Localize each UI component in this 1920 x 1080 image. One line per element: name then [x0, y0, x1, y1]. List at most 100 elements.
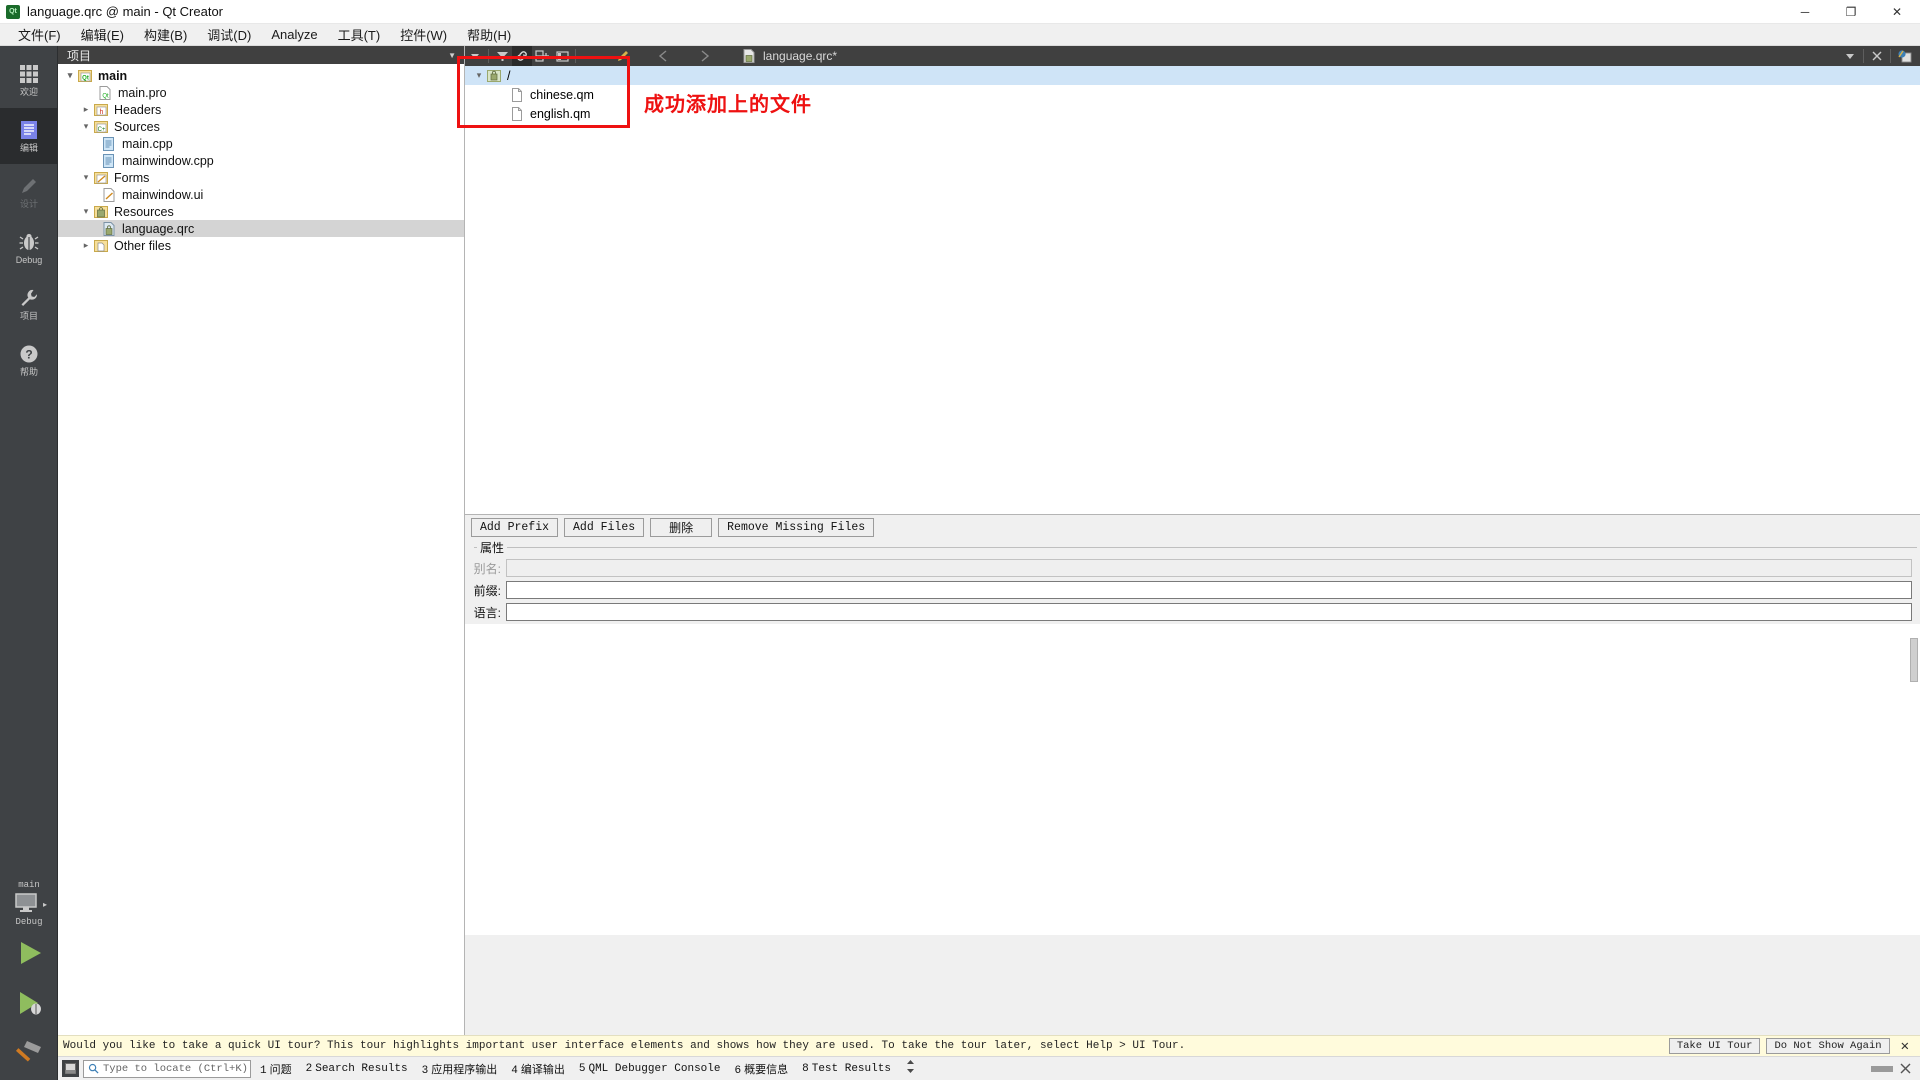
remove-missing-files-button[interactable]: Remove Missing Files [718, 518, 875, 537]
status-bar-right [1871, 1062, 1920, 1075]
scrollbar-thumb[interactable] [1910, 638, 1918, 682]
tree-item-forms[interactable]: Forms [58, 169, 464, 186]
tree-item-main[interactable]: Qt main [58, 67, 464, 84]
status-item-general-messages[interactable]: 6 概要信息 [730, 1060, 794, 1078]
language-row: 语言: [465, 603, 1920, 621]
split-editor-icon[interactable] [1894, 46, 1914, 66]
project-panel: 项目 ▼ Qt main Qt main.pro [58, 46, 465, 1038]
output-pane-toggle-icon[interactable] [900, 1059, 921, 1078]
chevron-down-icon[interactable] [78, 172, 94, 183]
status-item-issues[interactable]: 1 问题 [255, 1060, 297, 1078]
status-item-qml-debugger-console[interactable]: 5 QML Debugger Console [574, 1062, 726, 1076]
add-prefix-button[interactable]: Add Prefix [471, 518, 559, 537]
locator-placeholder: Type to locate (Ctrl+K) [103, 1062, 248, 1075]
kit-selector[interactable]: ▸ [0, 891, 58, 917]
chevron-right-icon[interactable] [78, 104, 94, 115]
logo-text: Qt [9, 8, 17, 15]
minimize-button[interactable]: ─ [1782, 0, 1828, 24]
language-label: 语言: [473, 605, 501, 620]
close-button[interactable]: ✕ [1874, 0, 1920, 24]
tree-label: mainwindow.ui [122, 187, 204, 202]
menu-item-widgets[interactable]: 控件(W) [390, 23, 457, 46]
tree-item-main-pro[interactable]: Qt main.pro [58, 84, 464, 101]
chevron-down-icon[interactable] [78, 121, 94, 132]
status-item-number: 6 [734, 1064, 742, 1077]
chevron-down-icon[interactable] [78, 206, 94, 217]
menu-item-tools[interactable]: 工具(T) [328, 23, 391, 46]
document-lines-icon [21, 121, 37, 139]
link-icon[interactable] [512, 46, 532, 66]
status-item-label: 编译输出 [520, 1064, 565, 1077]
pencil-icon[interactable] [613, 46, 633, 66]
status-item-test-results[interactable]: 8 Test Results [797, 1062, 896, 1076]
editor-tab-name[interactable]: language.qrc* [763, 49, 837, 63]
start-debugging-button[interactable] [0, 978, 58, 1028]
status-item-number: 4 [511, 1064, 518, 1077]
tree-item-resources[interactable]: Resources [58, 203, 464, 220]
chevron-down-icon[interactable] [471, 70, 487, 81]
close-status-icon[interactable] [1899, 1062, 1912, 1075]
mode-help[interactable]: ? 帮助 [0, 332, 58, 388]
qrc-file-icon [103, 221, 115, 236]
maximize-button[interactable]: ❐ [1828, 0, 1874, 24]
prefix-field[interactable] [506, 581, 1912, 599]
status-item-search-results[interactable]: 2 Search Results [301, 1062, 413, 1076]
resource-prefix-row[interactable]: / [465, 66, 1920, 85]
tree-item-sources[interactable]: C+ Sources [58, 118, 464, 135]
tree-item-mainwindow-ui[interactable]: mainwindow.ui [58, 186, 464, 203]
chevron-down-icon[interactable] [62, 70, 78, 81]
take-ui-tour-button[interactable]: Take UI Tour [1668, 1038, 1761, 1054]
ui-tour-actions: Take UI Tour Do Not Show Again ✕ [1668, 1038, 1920, 1055]
menu-item-build[interactable]: 构建(B) [134, 23, 197, 46]
split-add-icon[interactable] [532, 46, 552, 66]
project-panel-header[interactable]: 项目 ▼ [58, 46, 464, 64]
filter-icon[interactable] [492, 46, 512, 66]
tree-item-headers[interactable]: h Headers [58, 101, 464, 118]
forward-arrow-icon[interactable] [695, 46, 715, 66]
status-item-compile-output[interactable]: 4 编译输出 [506, 1060, 570, 1078]
prefix-icon [487, 69, 501, 82]
menu-item-debug[interactable]: 调试(D) [197, 23, 261, 46]
run-button[interactable] [0, 928, 58, 978]
tree-item-other-files[interactable]: Other files [58, 237, 464, 254]
editor-toolbar: language.qrc* [465, 46, 1920, 66]
file-icon [512, 87, 522, 102]
chevron-right-icon[interactable] [78, 240, 94, 251]
toolbar-chevron-down-icon[interactable] [465, 46, 485, 66]
chevron-down-icon[interactable]: ▼ [448, 51, 456, 60]
project-panel-title: 项目 [67, 48, 92, 63]
toolbar-separator-2 [575, 49, 576, 63]
mode-label-edit: 编辑 [19, 143, 38, 153]
window-controls: ─ ❐ ✕ [1782, 0, 1920, 24]
add-files-button[interactable]: Add Files [564, 518, 645, 537]
menu-item-edit[interactable]: 编辑(E) [71, 23, 134, 46]
mode-welcome[interactable]: 欢迎 [0, 52, 58, 108]
tree-item-language-qrc[interactable]: language.qrc [58, 220, 464, 237]
mode-edit[interactable]: 编辑 [0, 108, 58, 164]
back-arrow-icon[interactable] [653, 46, 673, 66]
menu-item-help[interactable]: 帮助(H) [457, 23, 521, 46]
close-editor-icon[interactable] [1867, 46, 1887, 66]
remove-button[interactable]: 删除 [650, 518, 713, 537]
menu-item-analyze[interactable]: Analyze [261, 25, 327, 44]
close-tour-icon[interactable]: ✕ [1896, 1038, 1914, 1055]
mode-design[interactable]: 设计 [0, 164, 58, 220]
alias-label: 别名: [473, 561, 501, 576]
tree-item-main-cpp[interactable]: main.cpp [58, 135, 464, 152]
resource-editor-tree: / chinese.qm english.qm [465, 66, 1920, 515]
monitor-icon [15, 893, 37, 912]
build-button[interactable] [0, 1028, 58, 1080]
mode-debug[interactable]: Debug [0, 220, 58, 276]
mode-projects[interactable]: 项目 [0, 276, 58, 332]
do-not-show-again-button[interactable]: Do Not Show Again [1766, 1038, 1890, 1054]
editor-list-chevron-down-icon[interactable] [1840, 46, 1860, 66]
tree-label: main.pro [118, 85, 167, 100]
tree-item-mainwindow-cpp[interactable]: mainwindow.cpp [58, 152, 464, 169]
sidebar-icon[interactable] [552, 46, 572, 66]
menu-item-file[interactable]: 文件(F) [8, 23, 71, 46]
status-item-application-output[interactable]: 3 应用程序输出 [417, 1060, 503, 1078]
language-field[interactable] [506, 603, 1912, 621]
alias-field[interactable] [506, 559, 1912, 577]
locator-input[interactable]: Type to locate (Ctrl+K) [83, 1059, 251, 1078]
output-panel-icon[interactable] [62, 1060, 79, 1077]
